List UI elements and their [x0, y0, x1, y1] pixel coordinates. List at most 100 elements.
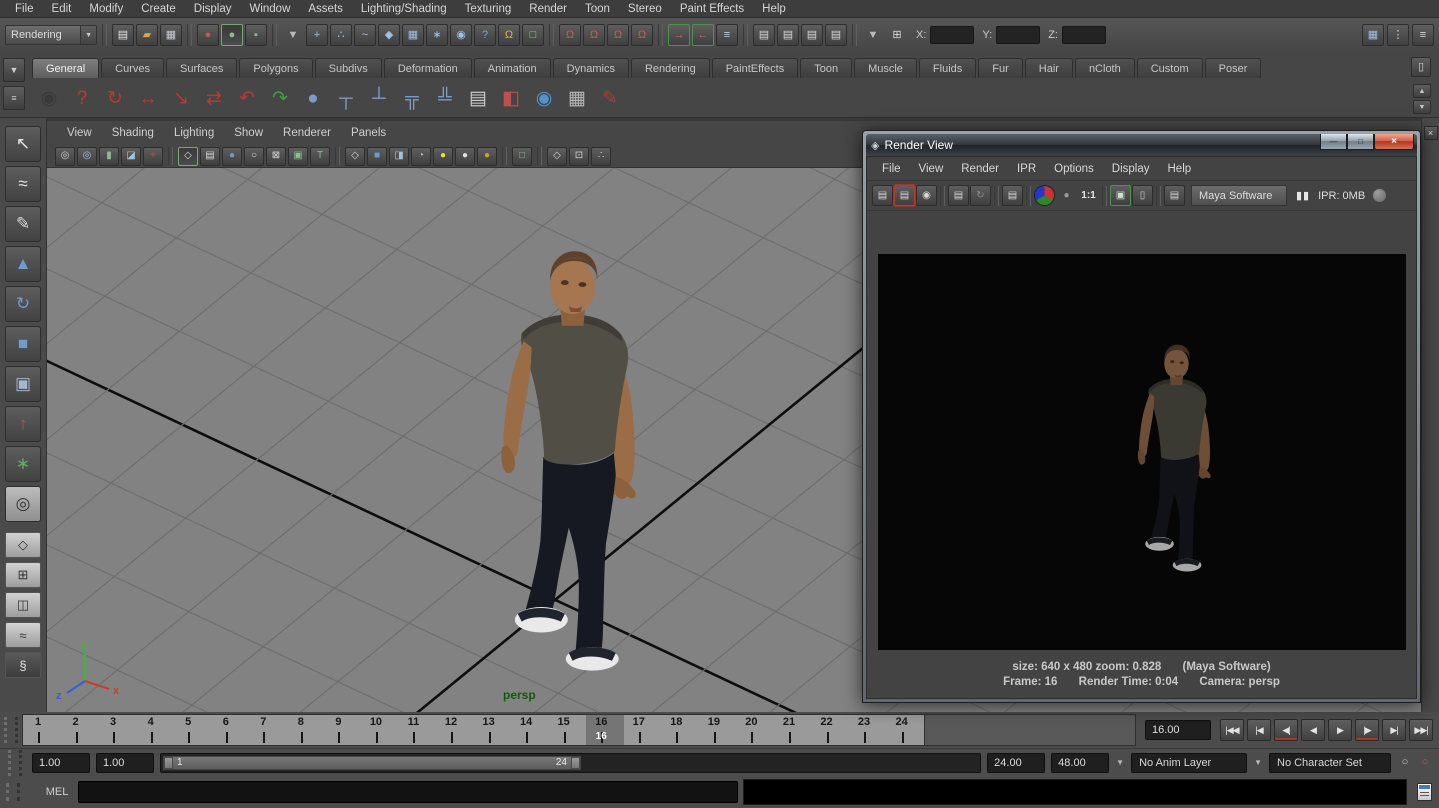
select-camera-icon[interactable]: ◎	[55, 147, 75, 166]
menu-window[interactable]: Window	[240, 0, 299, 17]
pan-zoom-icon[interactable]: +	[143, 147, 163, 166]
render-view-titlebar[interactable]: ◈ Render View —□×	[866, 134, 1417, 156]
group-icon[interactable]: ╦	[397, 82, 427, 114]
mask-deformations-icon[interactable]: ▦	[402, 24, 424, 46]
quick-select-dropdown-icon[interactable]: ▼	[862, 24, 884, 46]
show-manipulator-tool-icon[interactable]: ∗	[5, 446, 41, 482]
range-slider-track[interactable]: 1 24	[160, 753, 981, 773]
timeline-frame-24[interactable]: 24	[887, 715, 925, 745]
help-icon[interactable]: ?	[67, 82, 97, 114]
dolly-camera-icon[interactable]: ↘	[166, 82, 196, 114]
timeline-frame-11[interactable]: 11	[398, 715, 436, 745]
snapshot-icon[interactable]: ◉	[916, 185, 937, 206]
menu-set-dropdown[interactable]: Rendering ▼	[5, 25, 97, 45]
highlight-selection-icon[interactable]: □	[522, 24, 544, 46]
shelf-tab-muscle[interactable]: Muscle	[854, 58, 917, 78]
render-view-menu-file[interactable]: File	[873, 163, 910, 175]
menu-edit[interactable]: Edit	[43, 0, 81, 17]
timeline-frame-10[interactable]: 10	[361, 715, 399, 745]
menu-toon[interactable]: Toon	[576, 0, 619, 17]
panel-menu-view[interactable]: View	[57, 127, 102, 139]
selection-mask-dropdown-icon[interactable]: ▼	[282, 24, 304, 46]
shelf-tab-general[interactable]: General	[32, 58, 99, 78]
set-key-icon[interactable]: ○	[1397, 755, 1413, 771]
field-chart-icon[interactable]: ⊠	[266, 147, 286, 166]
render-view-menu-options[interactable]: Options	[1045, 163, 1103, 175]
gate-mask-icon[interactable]: ○	[244, 147, 264, 166]
resolution-gate-icon[interactable]: ●	[222, 147, 242, 166]
timeline-frame-9[interactable]: 9	[323, 715, 361, 745]
character-set-dropdown-icon[interactable]: ▼	[1253, 758, 1263, 767]
shelf-tab-animation[interactable]: Animation	[474, 58, 551, 78]
animation-start-field[interactable]	[32, 753, 90, 773]
mask-dynamics-icon[interactable]: ∗	[426, 24, 448, 46]
shelf-tab-switch-icon[interactable]: ▼	[3, 58, 25, 82]
selection-highlight-icon[interactable]: □	[512, 147, 532, 166]
smooth-mesh-icon[interactable]: ▦	[562, 82, 592, 114]
bookmark-icon[interactable]: ▮	[99, 147, 119, 166]
mel-command-input[interactable]	[78, 781, 738, 803]
panel-menu-lighting[interactable]: Lighting	[164, 127, 224, 139]
film-gate-icon[interactable]: ▤	[200, 147, 220, 166]
universal-manipulator-icon[interactable]: ▣	[5, 366, 41, 402]
shelf-tab-rendering[interactable]: Rendering	[631, 58, 710, 78]
duplicate-icon[interactable]: ◧	[496, 82, 526, 114]
use-all-lights-icon[interactable]: ◔	[411, 147, 431, 166]
tool-settings-toggle-icon[interactable]: ⋮	[1387, 24, 1409, 46]
script-editor-icon[interactable]	[1417, 783, 1432, 801]
shelf-tab-surfaces[interactable]: Surfaces	[166, 58, 237, 78]
alpha-channel-icon[interactable]: ●	[1056, 185, 1077, 206]
shelf-tab-curves[interactable]: Curves	[101, 58, 164, 78]
isolate-select-icon[interactable]: ◇	[547, 147, 567, 166]
unparent-icon[interactable]: ┴	[364, 82, 394, 114]
snap-to-grids-icon[interactable]: Ω	[559, 24, 581, 46]
safe-action-icon[interactable]: ▣	[288, 147, 308, 166]
render-view-menu-help[interactable]: Help	[1159, 163, 1201, 175]
mask-handles-icon[interactable]: +	[306, 24, 328, 46]
outputs-from-selected-icon[interactable]: ←	[692, 24, 714, 46]
redo-icon[interactable]: ↷	[265, 82, 295, 114]
render-settings-icon[interactable]: ▤	[825, 24, 847, 46]
default-material-icon[interactable]: ●	[477, 147, 497, 166]
timeline-frame-22[interactable]: 22	[811, 715, 849, 745]
wireframe-icon[interactable]: ◇	[345, 147, 365, 166]
range-slider-grip[interactable]	[8, 750, 22, 776]
animation-end-field[interactable]	[1051, 753, 1109, 773]
shelf-tab-subdivs[interactable]: Subdivs	[315, 58, 382, 78]
go-to-start-button[interactable]: |◀◀	[1220, 719, 1244, 741]
current-time-field[interactable]	[1145, 720, 1211, 740]
timeline-frame-13[interactable]: 13	[474, 715, 512, 745]
step-back-key-button[interactable]: |◀	[1247, 719, 1271, 741]
step-back-frame-button[interactable]: ◀|	[1274, 719, 1298, 741]
step-forward-frame-button[interactable]: |▶	[1355, 719, 1379, 741]
menu-display[interactable]: Display	[185, 0, 241, 17]
two-sided-lighting-icon[interactable]: ●	[433, 147, 453, 166]
shelf-tab-painteffects[interactable]: PaintEffects	[712, 58, 799, 78]
mask-joints-icon[interactable]: ∴	[330, 24, 352, 46]
move-tool-icon[interactable]: ▲	[5, 246, 41, 282]
playback-start-field[interactable]	[96, 753, 154, 773]
panel-menu-show[interactable]: Show	[224, 127, 273, 139]
inputs-to-selected-icon[interactable]: →	[668, 24, 690, 46]
y-coordinate-field[interactable]	[996, 26, 1040, 44]
time-slider-ruler[interactable]: 1234567891011121314151616171819202122232…	[22, 714, 925, 746]
render-current-frame-icon[interactable]: ▤	[777, 24, 799, 46]
timeline-frame-20[interactable]: 20	[736, 715, 774, 745]
shelf-tab-deformation[interactable]: Deformation	[384, 58, 472, 78]
soft-modification-tool-icon[interactable]: ↑	[5, 406, 41, 442]
render-view-menu-display[interactable]: Display	[1103, 163, 1159, 175]
shelf-tab-dynamics[interactable]: Dynamics	[553, 58, 629, 78]
shelf-scroll-down-icon[interactable]: ▼	[1413, 100, 1431, 114]
snap-to-points-icon[interactable]: Ω	[607, 24, 629, 46]
timeline-frame-17[interactable]: 17	[624, 715, 662, 745]
ipr-render-icon[interactable]: ▤	[801, 24, 823, 46]
render-view-menu-render[interactable]: Render	[952, 163, 1008, 175]
step-forward-key-button[interactable]: ▶|	[1382, 719, 1406, 741]
shelf-tab-poser[interactable]: Poser	[1205, 58, 1262, 78]
auto-keyframe-icon[interactable]: ○	[1417, 755, 1433, 771]
lock-selection-icon[interactable]: Ω	[498, 24, 520, 46]
timeline-frame-14[interactable]: 14	[511, 715, 549, 745]
region-render-icon[interactable]: ▤	[1002, 185, 1023, 206]
panel-menu-shading[interactable]: Shading	[102, 127, 164, 139]
mask-curves-icon[interactable]: ~	[354, 24, 376, 46]
